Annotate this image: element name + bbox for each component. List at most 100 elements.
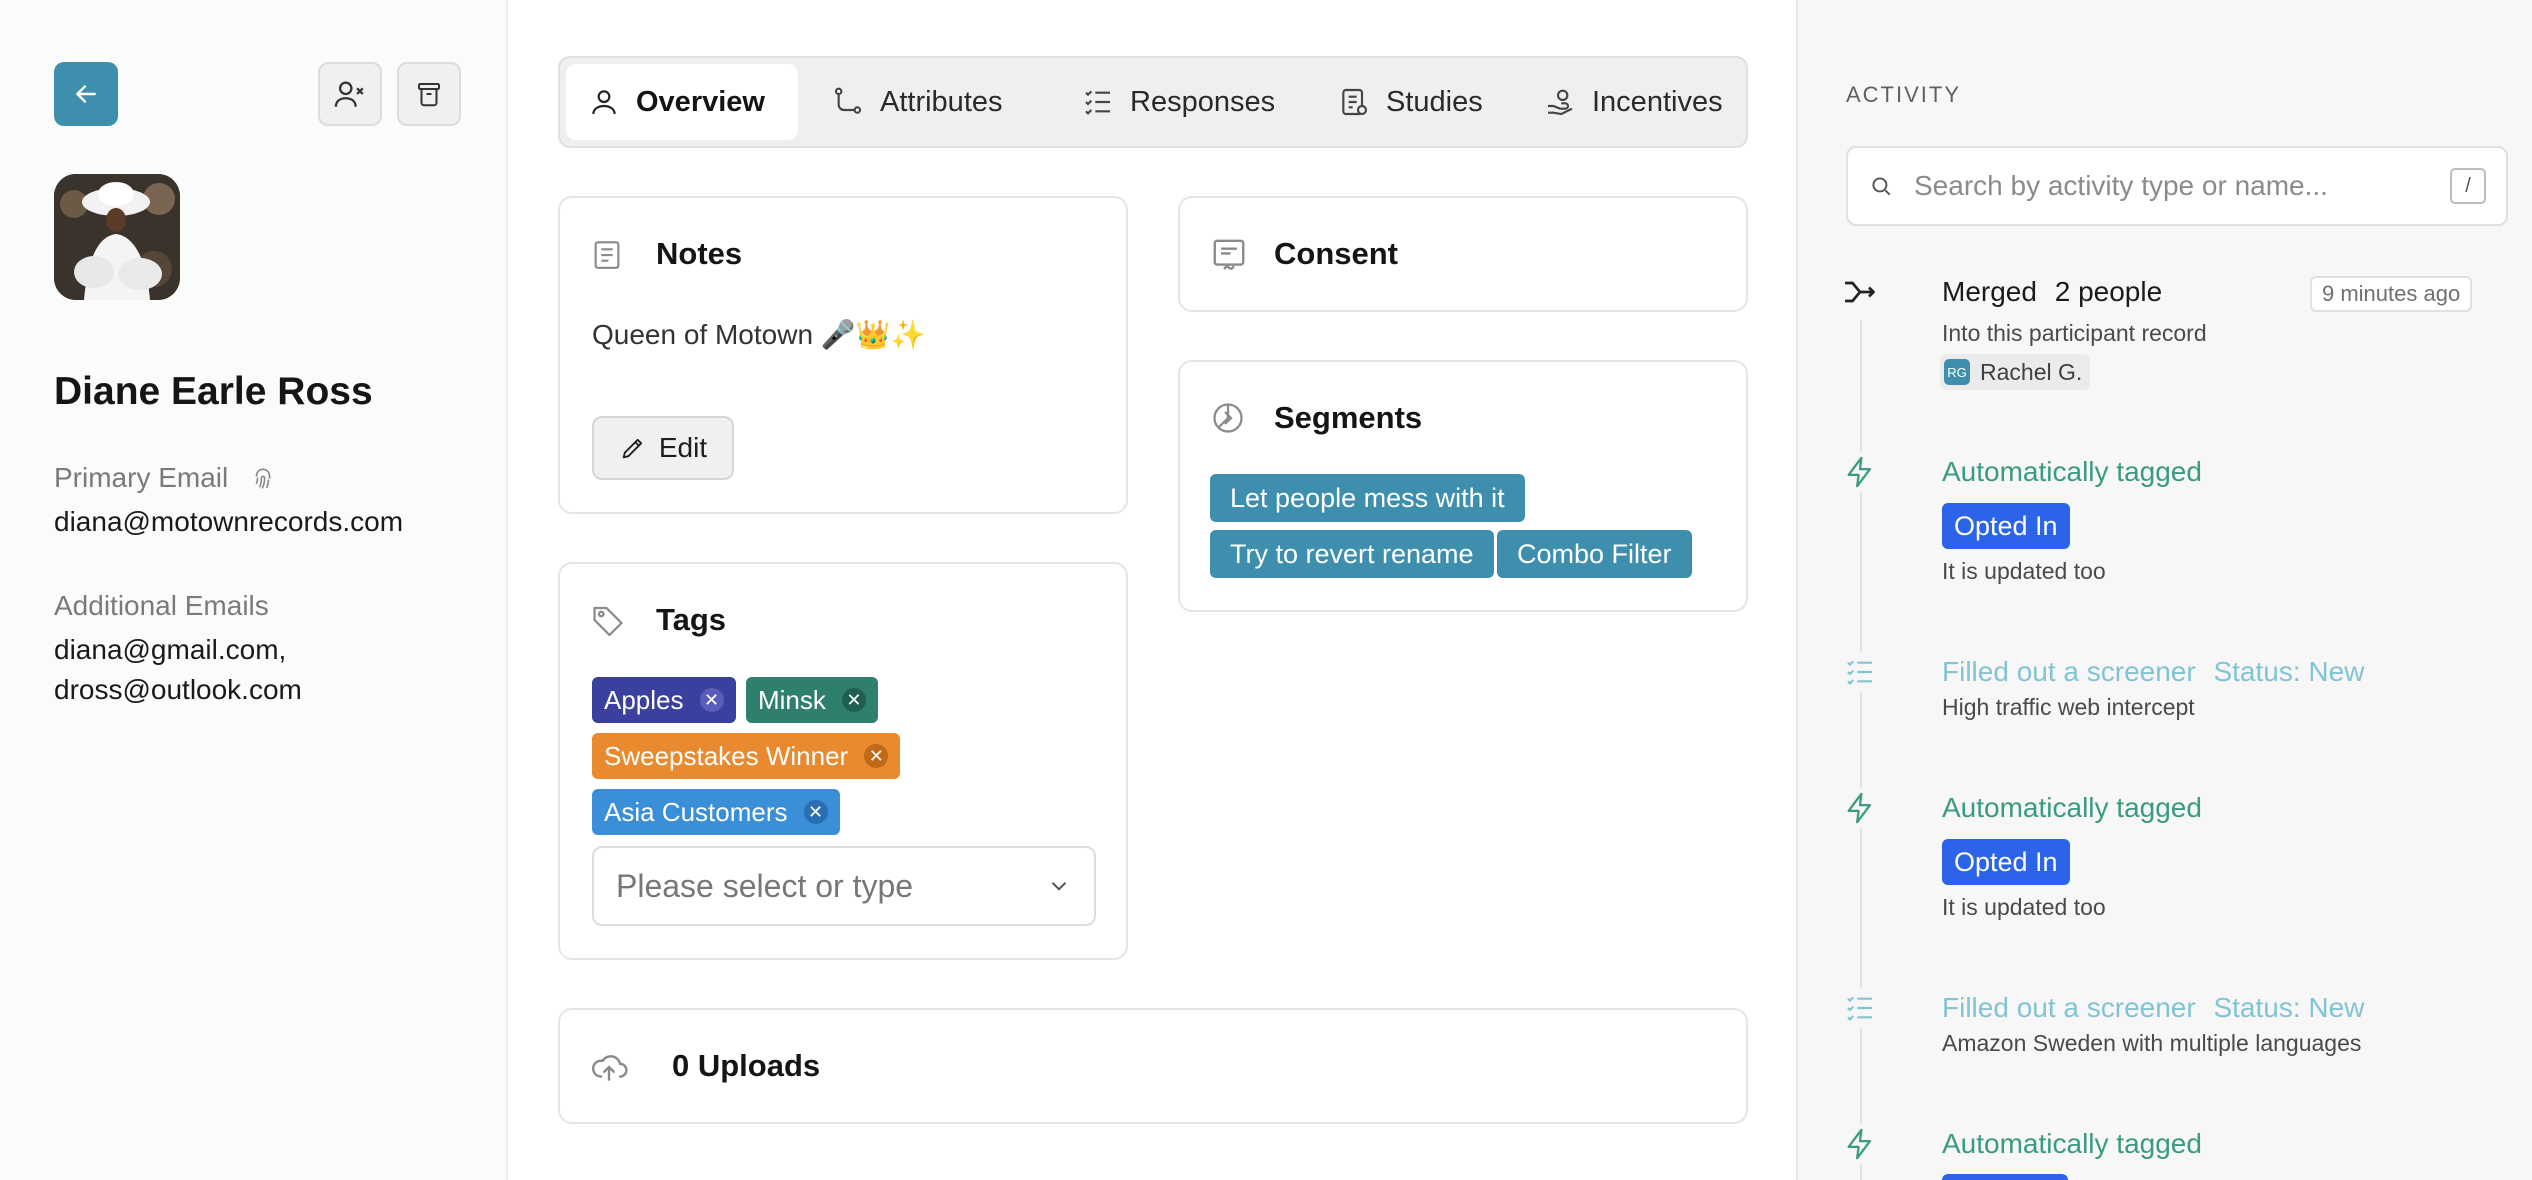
event-title: Automatically tagged <box>1942 792 2202 823</box>
status-badge: Opted In <box>1942 839 2070 885</box>
tab-label: Overview <box>636 85 765 118</box>
participant-name: Diane Earle Ross <box>54 370 373 413</box>
pencil-icon <box>622 438 642 459</box>
tag-label: Apples <box>604 684 684 715</box>
event-status: Status: New <box>2213 656 2365 687</box>
tag-label: Asia Customers <box>604 796 788 827</box>
remove-user-button[interactable] <box>318 62 382 126</box>
tab-overview[interactable]: Overview <box>566 64 798 140</box>
tab-label: Incentives <box>1592 85 1723 118</box>
activity-search-input[interactable] <box>1914 170 2430 202</box>
tags-title: Tags <box>656 602 727 637</box>
event-subtitle: Amazon Sweden with multiple languages <box>1942 1030 2362 1056</box>
bolt-icon <box>1840 788 1880 828</box>
chevron-down-icon <box>1051 882 1067 891</box>
primary-email: diana@motownrecords.com <box>54 506 404 537</box>
segment-chip[interactable]: Combo Filter <box>1497 530 1692 578</box>
primary-email-label: Primary Email <box>54 462 276 494</box>
tag-label: Minsk <box>758 684 826 715</box>
notes-title: Notes <box>656 236 743 271</box>
bolt-icon <box>1840 452 1880 492</box>
tag-select[interactable]: Please select or type <box>592 846 1096 926</box>
event-time: 9 minutes ago <box>2310 276 2473 312</box>
event-subtitle: Into this participant record <box>1942 320 2207 346</box>
search-icon <box>1872 177 1891 196</box>
tab-label: Studies <box>1386 85 1483 118</box>
segments-icon <box>1213 403 1243 433</box>
back-button[interactable] <box>54 62 118 126</box>
remove-tag-icon[interactable]: ✕ <box>699 688 724 712</box>
trash-icon <box>418 83 440 107</box>
avatar-photo <box>54 174 180 300</box>
remove-tag-icon[interactable]: ✕ <box>864 744 889 768</box>
consent-icon <box>1213 239 1245 270</box>
tab-responses[interactable]: Responses <box>1060 64 1297 140</box>
cloud-upload-icon <box>592 1055 628 1081</box>
list-check-icon <box>1840 988 1880 1028</box>
clipboard-icon <box>1342 88 1368 116</box>
consent-card[interactable] <box>1178 196 1748 312</box>
tab-incentives[interactable]: Incentives <box>1522 64 1745 140</box>
list-check-icon <box>1840 652 1880 692</box>
user-x-icon <box>334 81 364 107</box>
list-check-icon <box>1085 90 1110 115</box>
tab-studies[interactable]: Studies <box>1316 64 1505 140</box>
notes-icon <box>594 241 620 269</box>
event-title: Merged 2 people <box>1942 276 2162 308</box>
segment-chip[interactable]: Try to revert rename <box>1210 530 1494 578</box>
timeline-line <box>1860 320 1862 1180</box>
status-badge: Opted In <box>1942 503 2070 549</box>
remove-tag-icon[interactable]: ✕ <box>841 688 866 712</box>
activity-heading: ACTIVITY <box>1846 82 1962 107</box>
tab-label: Attributes <box>880 85 1003 118</box>
tag-chip[interactable]: Asia Customers ✕ <box>592 789 840 835</box>
event-subtitle: It is updated too <box>1942 558 2106 584</box>
avatar <box>54 174 180 300</box>
segment-chip[interactable]: Let people mess with it <box>1210 474 1525 522</box>
user-icon <box>592 90 616 115</box>
primary-email-label-text: Primary Email <box>54 462 229 493</box>
event-title-text: Filled out a screener <box>1942 992 2196 1023</box>
delete-button[interactable] <box>397 62 461 126</box>
user-name: Rachel G. <box>1980 358 2083 385</box>
additional-email: dross@outlook.com <box>54 674 302 705</box>
event-title-text: Merged <box>1942 276 2037 307</box>
segments-title: Segments <box>1274 400 1423 435</box>
tag-chip[interactable]: Apples ✕ <box>592 677 736 723</box>
uploads-title: 0 Uploads <box>672 1048 821 1083</box>
arrow-left-icon <box>76 85 96 103</box>
participant-tabs: Overview Attributes Responses Studies In… <box>558 56 1748 148</box>
event-status: Status: New <box>2213 992 2365 1023</box>
tag-icon <box>593 606 623 637</box>
bolt-icon <box>1840 1124 1880 1164</box>
notes-text: Queen of Motown 🎤👑✨ <box>592 319 926 350</box>
event-title: Automatically tagged <box>1942 1128 2202 1159</box>
event-title-text: Filled out a screener <box>1942 656 2196 687</box>
tag-select-placeholder: Please select or type <box>616 867 914 904</box>
additional-emails-label: Additional Emails <box>54 590 269 621</box>
activity-search[interactable]: / <box>1846 146 2508 226</box>
user-pill[interactable]: RG Rachel G. <box>1940 354 2091 390</box>
tab-attributes[interactable]: Attributes <box>810 64 1025 140</box>
event-title: Automatically tagged <box>1942 456 2202 487</box>
consent-title: Consent <box>1274 236 1398 271</box>
event-subtitle: High traffic web intercept <box>1942 694 2195 720</box>
event-title: Filled out a screener Status: New <box>1942 992 2364 1024</box>
fingerprint-icon <box>255 468 271 489</box>
edit-notes-button[interactable]: Edit <box>592 416 734 480</box>
event-title-count: 2 people <box>2054 276 2163 307</box>
remove-tag-icon[interactable]: ✕ <box>803 800 828 824</box>
status-badge <box>1942 1174 2068 1180</box>
tab-label: Responses <box>1130 85 1276 118</box>
tag-label: Sweepstakes Winner <box>604 740 849 771</box>
edit-label: Edit <box>658 432 708 463</box>
merge-icon <box>1840 272 1880 312</box>
additional-email: diana@gmail.com, <box>54 634 287 665</box>
hand-coin-icon <box>1548 89 1573 116</box>
tag-chip[interactable]: Sweepstakes Winner ✕ <box>592 733 901 779</box>
event-subtitle: It is updated too <box>1942 894 2106 920</box>
event-title: Filled out a screener Status: New <box>1942 656 2364 688</box>
user-avatar: RG <box>1944 359 1970 385</box>
shortcut-key: / <box>2450 168 2486 204</box>
tag-chip[interactable]: Minsk ✕ <box>746 677 878 723</box>
